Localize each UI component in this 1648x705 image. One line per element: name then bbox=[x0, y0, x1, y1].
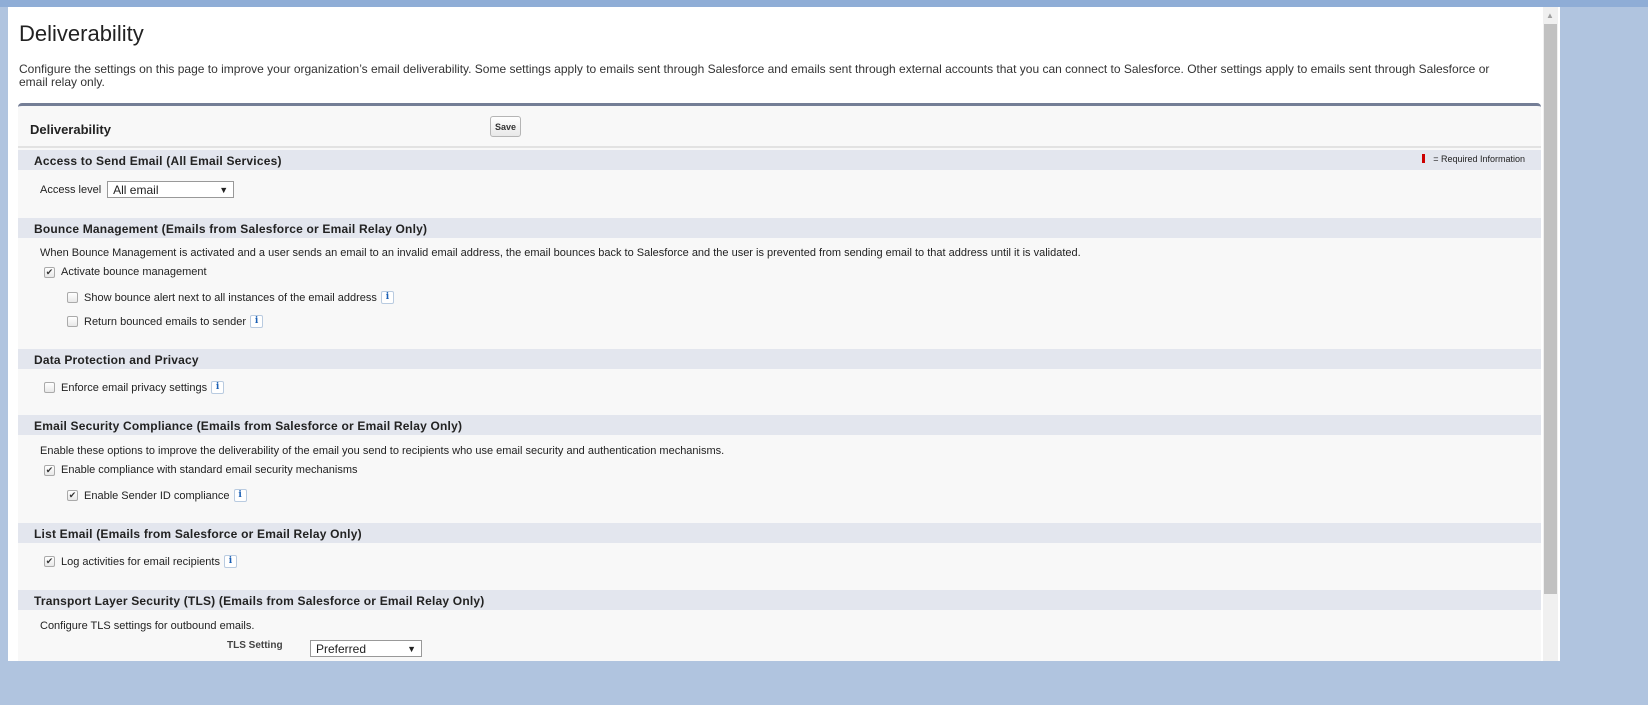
select-value: Preferred bbox=[316, 641, 367, 656]
section-header-privacy: Data Protection and Privacy bbox=[18, 349, 1541, 369]
required-info-text: = Required Information bbox=[1433, 154, 1525, 164]
section-title: Email Security Compliance (Emails from S… bbox=[34, 419, 463, 433]
sender-id-checkbox[interactable]: ✔ bbox=[67, 490, 78, 501]
checkbox-label: Return bounced emails to sender bbox=[84, 315, 247, 328]
required-info-legend: = Required Information bbox=[1422, 154, 1525, 164]
tls-setting-select[interactable]: Preferred ▼ bbox=[310, 640, 422, 657]
checkbox-label: Enforce email privacy settings bbox=[61, 381, 208, 394]
access-level-select[interactable]: All email ▼ bbox=[107, 181, 235, 198]
save-button[interactable]: Save bbox=[490, 116, 521, 137]
info-icon[interactable]: i bbox=[380, 291, 394, 304]
info-icon[interactable]: i bbox=[250, 315, 264, 328]
log-activities-checkbox[interactable]: ✔ bbox=[44, 556, 55, 567]
page-window: Deliverability Configure the settings on… bbox=[8, 7, 1560, 661]
tls-description: Configure TLS settings for outbound emai… bbox=[40, 620, 255, 632]
divider bbox=[18, 146, 1541, 148]
select-value: All email bbox=[113, 182, 159, 197]
security-description: Enable these options to improve the deli… bbox=[40, 445, 725, 457]
info-icon[interactable]: i bbox=[223, 555, 237, 568]
activate-bounce-checkbox[interactable]: ✔ bbox=[44, 266, 55, 278]
section-header-tls: Transport Layer Security (TLS) (Emails f… bbox=[18, 590, 1541, 610]
panel-title: Deliverability bbox=[30, 122, 111, 137]
section-title: List Email (Emails from Salesforce or Em… bbox=[34, 527, 362, 541]
section-header-bounce: Bounce Management (Emails from Salesforc… bbox=[18, 218, 1541, 238]
scrollbar-thumb[interactable] bbox=[1544, 24, 1557, 594]
tls-setting-label: TLS Setting bbox=[227, 640, 283, 651]
section-title: Transport Layer Security (TLS) (Emails f… bbox=[34, 594, 485, 608]
section-title: Access to Send Email (All Email Services… bbox=[34, 154, 282, 168]
log-activities-row: ✔ Log activities for email recipients i bbox=[44, 555, 237, 568]
info-icon[interactable]: i bbox=[233, 489, 247, 502]
vertical-scrollbar[interactable]: ▲ bbox=[1543, 7, 1558, 661]
checkbox-label: Show bounce alert next to all instances … bbox=[84, 291, 377, 304]
section-title: Data Protection and Privacy bbox=[34, 353, 199, 367]
checkbox-label: Enable Sender ID compliance bbox=[84, 489, 230, 502]
section-header-list-email: List Email (Emails from Salesforce or Em… bbox=[18, 523, 1541, 543]
info-icon[interactable]: i bbox=[211, 381, 225, 394]
enable-compliance-checkbox[interactable]: ✔ bbox=[44, 464, 55, 476]
enforce-privacy-row: Enforce email privacy settings i bbox=[44, 381, 225, 394]
scroll-up-icon[interactable]: ▲ bbox=[1546, 11, 1554, 20]
bounce-description: When Bounce Management is activated and … bbox=[40, 247, 1081, 259]
chevron-down-icon: ▼ bbox=[219, 184, 229, 195]
chevron-down-icon: ▼ bbox=[407, 643, 416, 654]
enforce-privacy-checkbox[interactable] bbox=[44, 382, 55, 393]
section-header-access: Access to Send Email (All Email Services… bbox=[18, 150, 1541, 170]
required-marker-icon bbox=[1422, 154, 1426, 163]
deliverability-panel: Deliverability Save Access to Send Email… bbox=[18, 103, 1541, 661]
page-title: Deliverability bbox=[19, 21, 144, 46]
show-bounce-alert-row: Show bounce alert next to all instances … bbox=[67, 291, 394, 304]
access-level-row: Access level All email ▼ bbox=[40, 181, 235, 198]
section-title: Bounce Management (Emails from Salesforc… bbox=[34, 222, 428, 236]
checkbox-label: Activate bounce management bbox=[61, 266, 207, 278]
section-header-security: Email Security Compliance (Emails from S… bbox=[18, 415, 1541, 435]
return-bounced-row: Return bounced emails to sender i bbox=[67, 315, 264, 328]
checkbox-label: Enable compliance with standard email se… bbox=[61, 464, 358, 476]
access-level-label: Access level bbox=[40, 183, 102, 196]
sender-id-row: ✔ Enable Sender ID compliance i bbox=[67, 489, 247, 502]
enable-compliance-row: ✔ Enable compliance with standard email s… bbox=[44, 464, 358, 476]
show-bounce-alert-checkbox[interactable] bbox=[67, 292, 78, 303]
background-band bbox=[0, 0, 1648, 7]
activate-bounce-row: ✔ Activate bounce management bbox=[44, 266, 207, 278]
page-description: Configure the settings on this page to i… bbox=[19, 62, 1490, 89]
checkbox-label: Log activities for email recipients bbox=[61, 555, 220, 568]
return-bounced-checkbox[interactable] bbox=[67, 316, 78, 327]
